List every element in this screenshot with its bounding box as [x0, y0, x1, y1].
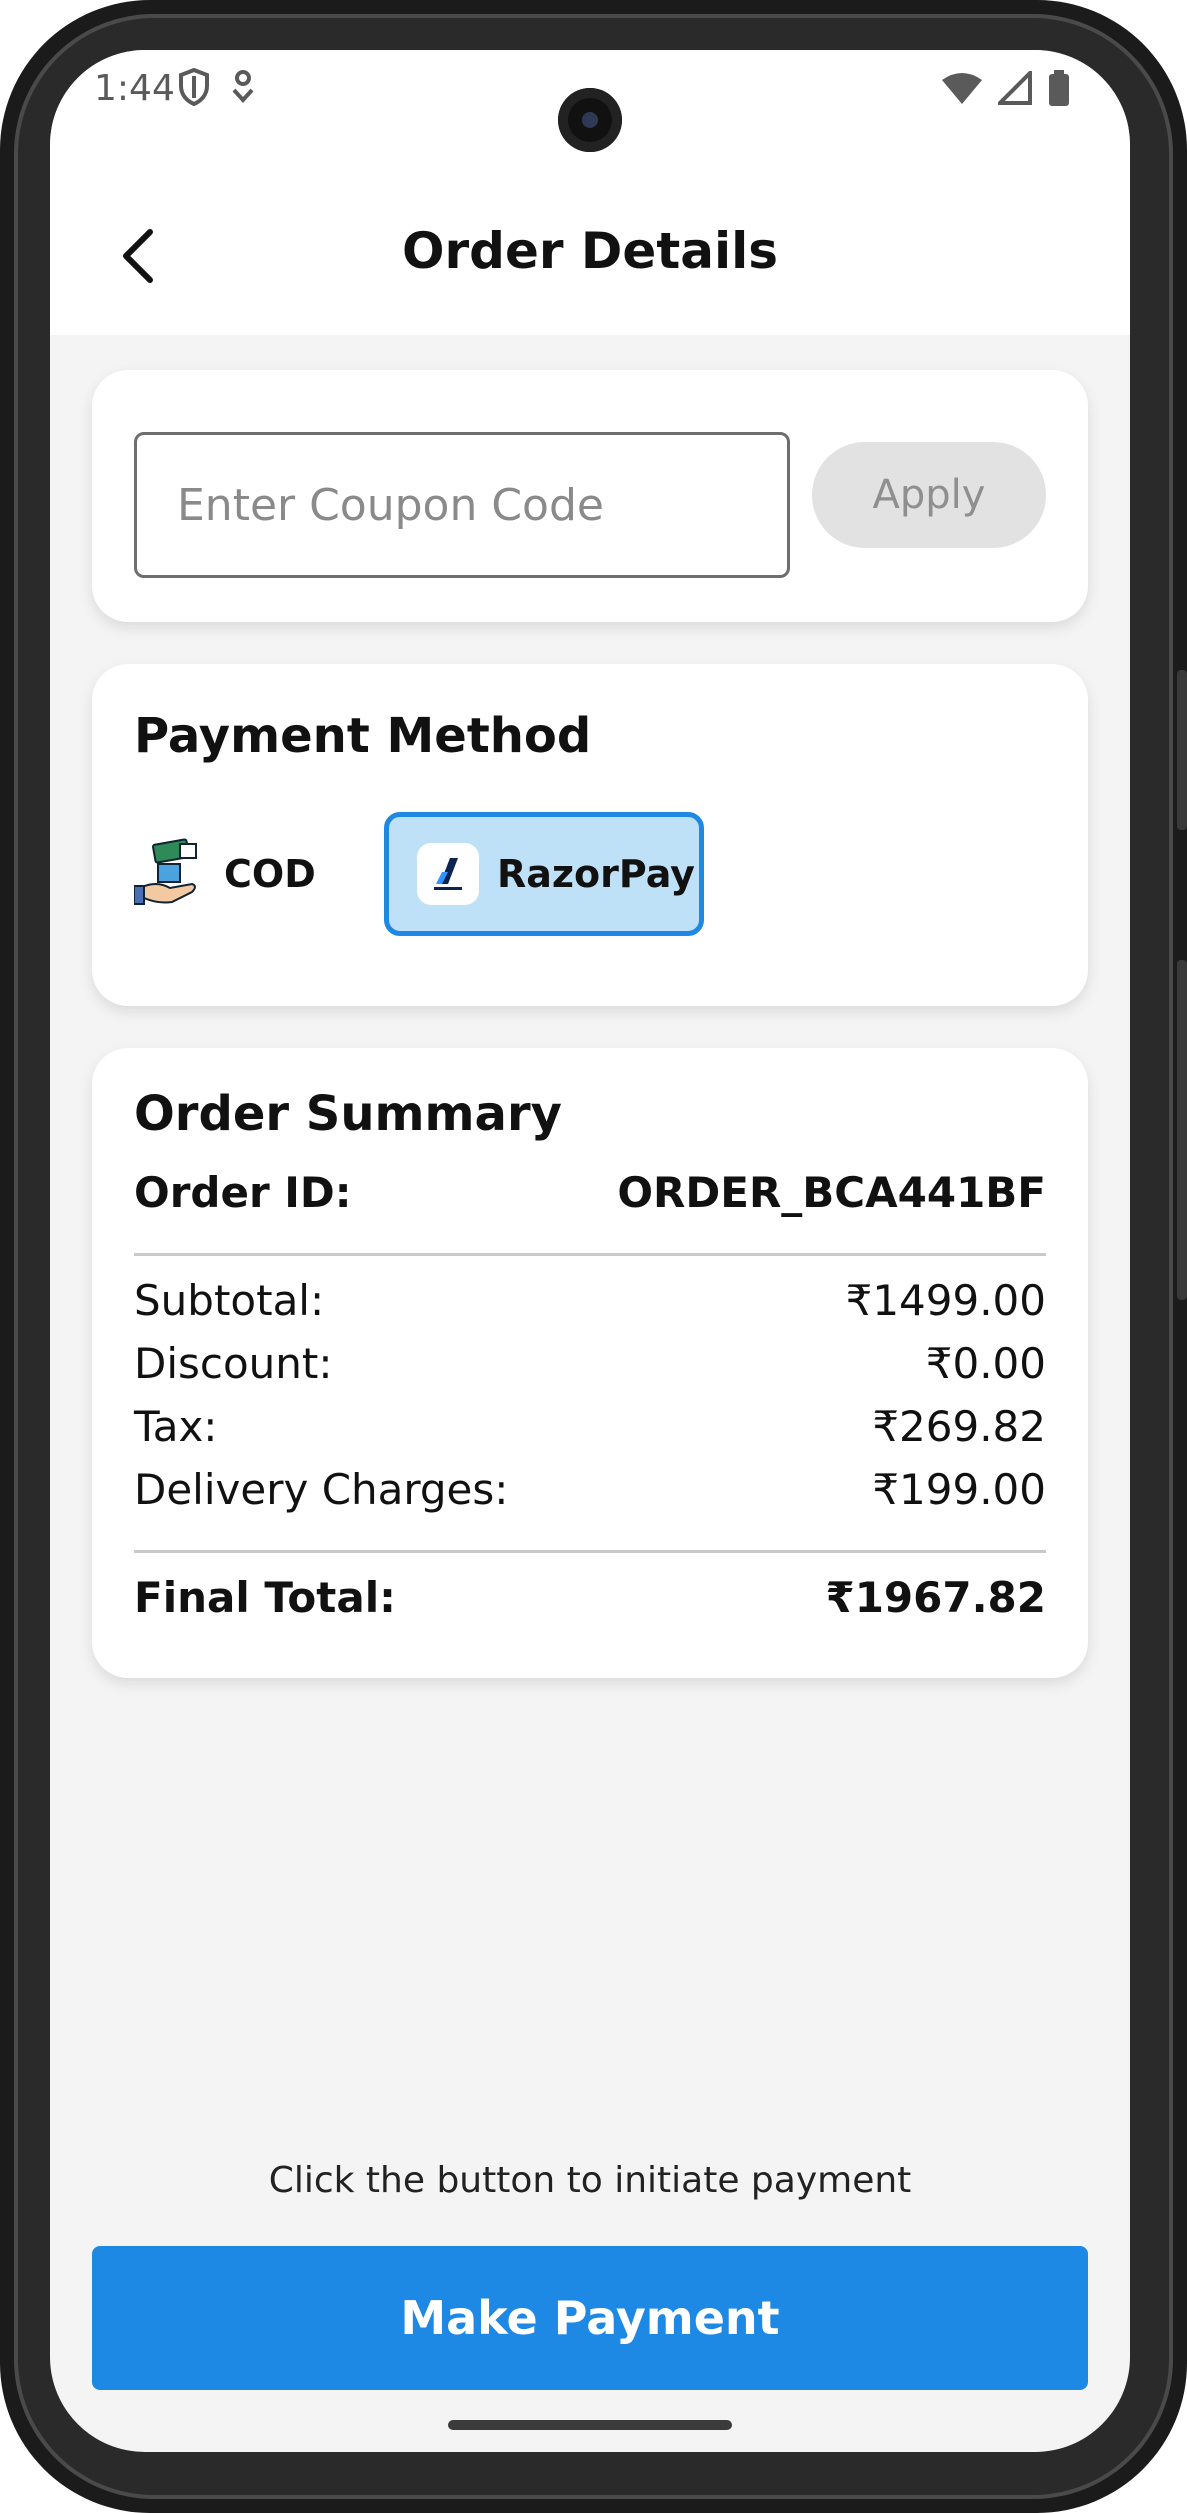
summary-divider: [134, 1550, 1046, 1553]
home-indicator[interactable]: [448, 2420, 732, 2430]
coupon-code-input[interactable]: [134, 432, 790, 578]
payment-method-title: Payment Method: [134, 708, 592, 764]
apply-coupon-button[interactable]: Apply: [812, 442, 1046, 548]
status-bar: 1:44: [50, 50, 1130, 170]
final-total-value: ₹1967.82: [825, 1573, 1046, 1622]
payment-option-label: RazorPay: [497, 852, 695, 896]
summary-row-value: ₹1499.00: [845, 1276, 1046, 1325]
page-title: Order Details: [401, 222, 779, 280]
order-id-value: ORDER_BCA441BF: [617, 1168, 1046, 1217]
screen: 1:44 Order Details Enter Coupon Code App…: [50, 50, 1130, 2452]
location-icon: [230, 68, 256, 110]
summary-row-tax: Tax: ₹269.82: [134, 1402, 1046, 1451]
summary-row-label: Delivery Charges:: [134, 1465, 509, 1514]
summary-row-delivery: Delivery Charges: ₹199.00: [134, 1465, 1046, 1514]
final-total-label: Final Total:: [134, 1573, 396, 1622]
order-summary-title: Order Summary: [134, 1086, 562, 1142]
status-left-icons: [178, 67, 256, 110]
summary-row-label: Discount:: [134, 1339, 333, 1388]
power-button: [1177, 670, 1187, 830]
summary-row-value: ₹0.00: [925, 1339, 1046, 1388]
summary-row-discount: Discount: ₹0.00: [134, 1339, 1046, 1388]
summary-row-value: ₹269.82: [872, 1402, 1046, 1451]
coupon-card: Apply: [92, 370, 1088, 622]
summary-row-label: Subtotal:: [134, 1276, 325, 1325]
status-right-icons: [942, 68, 1070, 110]
payment-hint: Click the button to initiate payment: [268, 2160, 912, 2201]
summary-row-label: Tax:: [134, 1402, 218, 1451]
order-summary-card: Order Summary Order ID: ORDER_BCA441BF S…: [92, 1048, 1088, 1678]
app-bar: Order Details: [50, 170, 1130, 335]
shield-icon: [178, 67, 210, 110]
make-payment-button[interactable]: Make Payment: [92, 2246, 1088, 2390]
payment-option-razorpay[interactable]: RazorPay: [384, 812, 704, 936]
order-id-label: Order ID:: [134, 1168, 352, 1217]
summary-divider: [134, 1253, 1046, 1256]
payment-option-label: COD: [224, 852, 316, 896]
front-camera: [558, 88, 622, 152]
battery-icon: [1048, 70, 1070, 110]
cellular-signal-icon: [995, 68, 1032, 109]
final-total-row: Final Total: ₹1967.82: [134, 1573, 1046, 1622]
phone-frame: 1:44 Order Details Enter Coupon Code App…: [0, 0, 1187, 2513]
volume-button: [1177, 960, 1187, 1300]
cash-on-delivery-icon: [133, 836, 206, 912]
payment-option-cod[interactable]: COD: [122, 812, 362, 936]
wifi-icon: [942, 72, 982, 108]
summary-row-value: ₹199.00: [872, 1465, 1046, 1514]
order-id-row: Order ID: ORDER_BCA441BF: [134, 1168, 1046, 1217]
summary-row-subtotal: Subtotal: ₹1499.00: [134, 1276, 1046, 1325]
razorpay-logo-icon: [417, 843, 479, 905]
payment-method-card: Payment Method COD RazorPay: [92, 664, 1088, 1006]
status-time: 1:44: [94, 68, 175, 109]
